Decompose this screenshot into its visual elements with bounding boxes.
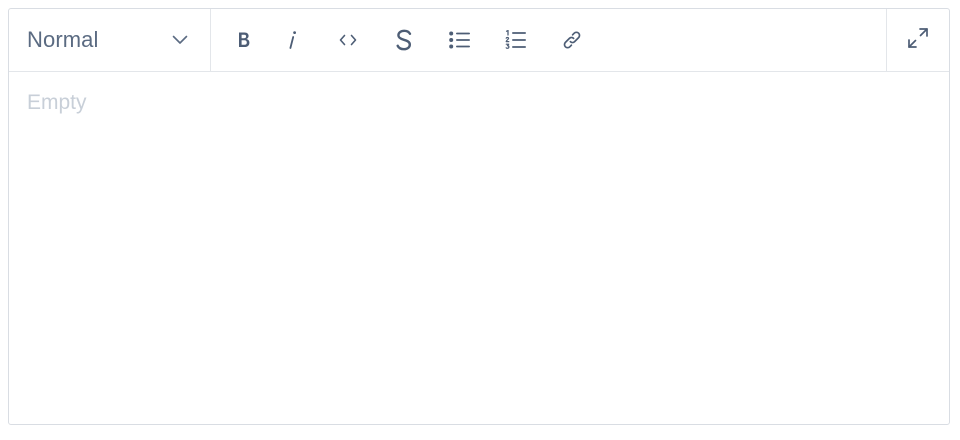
code-button[interactable] — [320, 18, 376, 62]
editor-content-area[interactable]: Empty — [9, 71, 949, 424]
strikethrough-icon — [395, 29, 413, 51]
numbered-list-icon — [505, 30, 527, 50]
numbered-list-button[interactable] — [488, 18, 544, 62]
rich-text-editor: Normal Empty — [8, 8, 950, 425]
block-type-selected-label: Normal — [27, 27, 99, 52]
link-icon — [561, 29, 583, 51]
expand-icon — [907, 27, 929, 54]
italic-icon — [287, 30, 297, 50]
bold-button[interactable] — [224, 18, 264, 62]
italic-button[interactable] — [264, 18, 320, 62]
bulleted-list-icon — [449, 31, 471, 49]
expand-button[interactable] — [886, 9, 949, 71]
format-button-group — [211, 9, 886, 71]
bold-icon — [237, 31, 251, 49]
bulleted-list-button[interactable] — [432, 18, 488, 62]
link-button[interactable] — [544, 18, 600, 62]
chevron-down-icon — [172, 32, 188, 48]
editor-toolbar: Normal — [9, 9, 949, 72]
code-icon — [339, 34, 357, 46]
block-type-select[interactable]: Normal — [9, 9, 211, 71]
editor-placeholder: Empty — [27, 91, 87, 114]
strikethrough-button[interactable] — [376, 18, 432, 62]
